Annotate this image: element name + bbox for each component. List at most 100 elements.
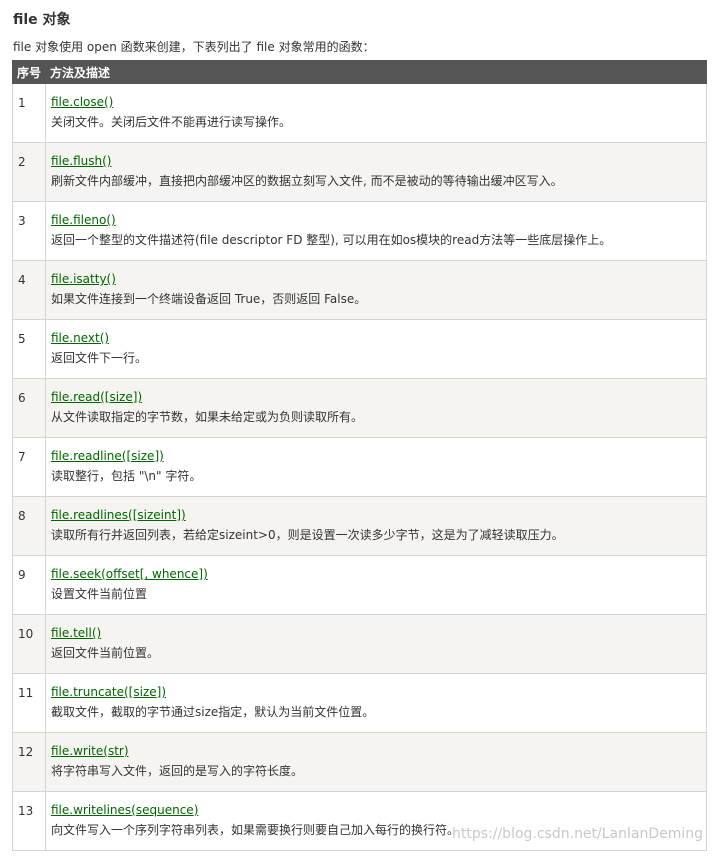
table-row: 9 file.seek(offset[, whence]) 设置文件当前位置 [12,555,707,615]
method-signature: file.tell() [46,615,706,641]
method-param-link[interactable]: offset [106,567,140,581]
method-param-link[interactable]: whence [152,567,198,581]
method-description: 关闭文件。关闭后文件不能再进行读写操作。 [51,115,292,129]
method-param-link[interactable]: size [110,390,133,404]
row-number-cell: 3 [12,201,46,261]
row-number: 9 [18,568,26,582]
method-name-link[interactable]: file.readlines [51,508,128,522]
method-name-link[interactable]: file.close [51,95,104,109]
table-row: 12 file.write(str) 将字符串写入文件，返回的是写入的字符长度。 [12,732,707,792]
method-name-link[interactable]: file.write [51,744,103,758]
method-param-link[interactable]: sequence [136,803,194,817]
row-number-cell: 13 [12,791,46,851]
method-param-link[interactable]: ]) [157,685,166,699]
row-number-cell: 9 [12,555,46,615]
table-row: 11 file.truncate([size]) 截取文件，截取的字节通过size指… [12,673,707,733]
method-signature: file.seek(offset[, whence]) [46,556,706,582]
row-number-cell: 2 [12,142,46,202]
method-name-link[interactable]: file.fileno [51,213,106,227]
method-param-link[interactable]: () [106,213,115,227]
method-param-link[interactable]: ]) [133,390,142,404]
method-cell: file.isatty() 如果文件连接到一个终端设备返回 True，否则返回 F… [45,260,707,320]
method-name-link[interactable]: file.truncate [51,685,124,699]
method-signature: file.writelines(sequence) [46,792,706,818]
row-number: 5 [18,332,26,346]
method-signature: file.write(str) [46,733,706,759]
method-description: 返回一个整型的文件描述符(file descriptor FD 整型), 可以用… [51,233,612,247]
method-cell: file.tell() 返回文件当前位置。 [45,614,707,674]
method-description: 将字符串写入文件，返回的是写入的字符长度。 [51,764,304,778]
method-param-link[interactable]: ) [194,803,199,817]
intro-text: file 对象使用 open 函数来创建，下表列出了 file 对象常用的函数： [13,40,375,54]
method-signature: file.truncate([size]) [46,674,706,700]
method-cell: file.readlines([sizeint]) 读取所有行并返回列表，若给定s… [45,496,707,556]
method-description: 从文件读取指定的字节数，如果未给定或为负则读取所有。 [51,410,364,424]
method-name-link[interactable]: file.read [51,390,100,404]
method-signature: file.flush() [46,143,706,169]
method-param-link[interactable]: () [104,95,113,109]
page: file 对象 file 对象使用 open 函数来创建，下表列出了 file … [0,0,717,856]
method-param-link[interactable]: ([ [100,390,109,404]
method-signature: file.close() [46,84,706,110]
method-description: 返回文件当前位置。 [51,646,160,660]
row-number: 6 [18,391,26,405]
row-number-cell: 10 [12,614,46,674]
method-description: 读取整行，包括 "\n" 字符。 [51,469,202,483]
row-number: 1 [18,96,26,110]
method-name-link[interactable]: file.flush [51,154,102,168]
table-body: 1 file.close() 关闭文件。关闭后文件不能再进行读写操作。 2 file.f… [12,83,707,851]
method-param-link[interactable]: ([ [128,508,137,522]
table-row: 7 file.readline([size]) 读取整行，包括 "\n" 字符。 [12,437,707,497]
row-number: 10 [18,627,34,641]
method-description: 返回文件下一行。 [51,351,148,365]
row-number-cell: 4 [12,260,46,320]
row-number: 11 [18,686,34,700]
method-param-link[interactable]: () [92,626,101,640]
row-number-cell: 8 [12,496,46,556]
method-param-link[interactable]: ) [124,744,129,758]
row-number-cell: 1 [12,83,46,143]
method-name-link[interactable]: file.next [51,331,100,345]
method-name-link[interactable]: file.tell [51,626,92,640]
row-number: 4 [18,273,26,287]
table-row: 5 file.next() 返回文件下一行。 [12,319,707,379]
row-number: 12 [18,745,34,759]
row-number-cell: 11 [12,673,46,733]
table-row: 3 file.fileno() 返回一个整型的文件描述符(file descript… [12,201,707,261]
method-param-link[interactable]: [, [140,567,152,581]
table-header-row: 序号 方法及描述 [12,60,707,84]
method-description: 刷新文件内部缓冲，直接把内部缓冲区的数据立刻写入文件, 而不是被动的等待输出缓冲… [51,174,563,188]
method-param-link[interactable]: str [108,744,124,758]
method-param-link[interactable]: size [131,449,154,463]
row-number-cell: 5 [12,319,46,379]
method-cell: file.close() 关闭文件。关闭后文件不能再进行读写操作。 [45,83,707,143]
method-param-link[interactable]: sizeint [137,508,176,522]
method-param-link[interactable]: ]) [176,508,185,522]
method-param-link[interactable]: size [133,685,156,699]
method-description: 设置文件当前位置 [51,587,148,601]
row-number: 8 [18,509,26,523]
table-row: 2 file.flush() 刷新文件内部缓冲，直接把内部缓冲区的数据立刻写入文件,… [12,142,707,202]
method-param-link[interactable]: () [107,272,116,286]
method-name-link[interactable]: file.writelines [51,803,131,817]
method-signature: file.readline([size]) [46,438,706,464]
method-cell: file.fileno() 返回一个整型的文件描述符(file descripto… [45,201,707,261]
methods-table: 序号 方法及描述 1 file.close() 关闭文件。关闭后文件不能再进行读写操… [12,60,707,851]
table-row: 10 file.tell() 返回文件当前位置。 [12,614,707,674]
page-title: file 对象 [13,12,71,28]
method-cell: file.readline([size]) 读取整行，包括 "\n" 字符。 [45,437,707,497]
table-row: 6 file.read([size]) 从文件读取指定的字节数，如果未给定或为负则读… [12,378,707,438]
method-param-link[interactable]: ([ [124,685,133,699]
method-name-link[interactable]: file.seek [51,567,101,581]
row-number: 2 [18,155,26,169]
method-param-link[interactable]: ]) [198,567,207,581]
method-param-link[interactable]: ([ [122,449,131,463]
method-signature: file.readlines([sizeint]) [46,497,706,523]
method-param-link[interactable]: () [100,331,109,345]
method-name-link[interactable]: file.isatty [51,272,107,286]
method-cell: file.next() 返回文件下一行。 [45,319,707,379]
method-param-link[interactable]: () [102,154,111,168]
row-number: 3 [18,214,26,228]
method-param-link[interactable]: ]) [154,449,163,463]
method-name-link[interactable]: file.readline [51,449,122,463]
